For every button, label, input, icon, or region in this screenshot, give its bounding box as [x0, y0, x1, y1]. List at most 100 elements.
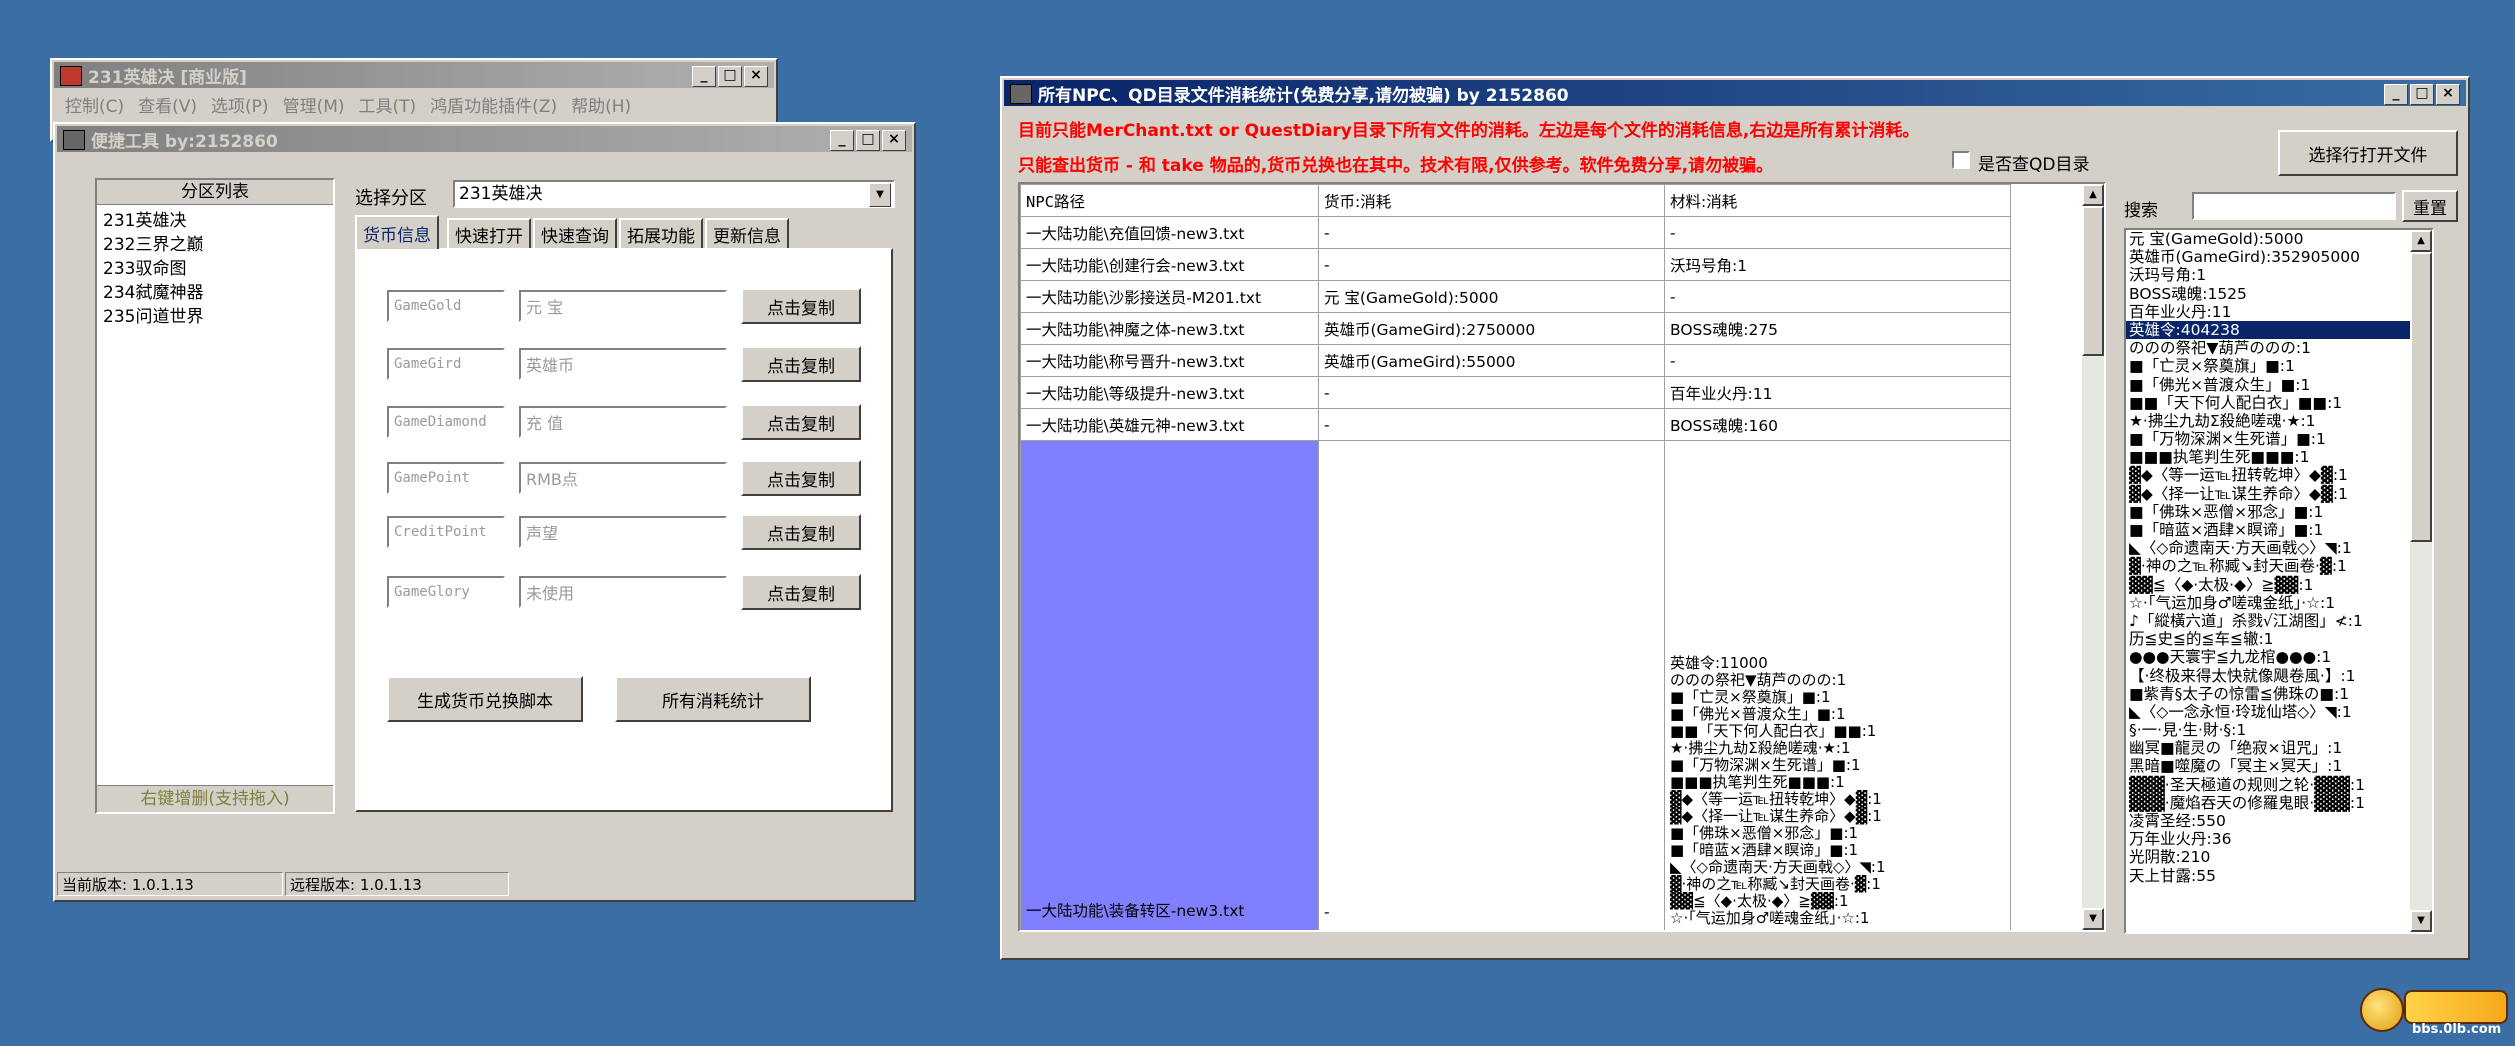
cell-material[interactable]: - — [1664, 344, 2011, 377]
open-file-button[interactable]: 选择行打开文件 — [2278, 130, 2458, 176]
totals-item[interactable]: ◣〈◇一念永恒·玲珑仙塔◇〉◥:1 — [2126, 703, 2432, 721]
table-row[interactable]: 一大陆功能\等级提升-new3.txt - 百年业火丹:11 — [1020, 376, 2011, 409]
totals-item[interactable]: §·一·見·生·財·§:1 — [2126, 721, 2432, 739]
menu-help[interactable]: 帮助(H) — [564, 92, 638, 117]
currency-name-field[interactable]: 充 值 — [519, 406, 727, 438]
cell-path[interactable]: 一大陆功能\充值回馈-new3.txt — [1020, 216, 1319, 249]
cell-path[interactable]: 一大陆功能\装备转区-new3.txt — [1020, 440, 1319, 930]
partition-item[interactable]: 234弑魔神器 — [103, 281, 327, 305]
cell-path[interactable]: 一大陆功能\英雄元神-new3.txt — [1020, 408, 1319, 441]
totals-item[interactable]: ☆·「气运加身♂嗟魂金纸」·☆:1 — [2126, 594, 2432, 612]
copy-button[interactable]: 点击复制 — [741, 288, 861, 324]
totals-item[interactable]: ののの祭祀▼葫芦ののの:1 — [2126, 339, 2432, 357]
scroll-thumb[interactable] — [2082, 206, 2104, 356]
stats-window-titlebar[interactable]: 所有NPC、QD目录文件消耗统计(免费分享,请勿被骗) by 2152860 _… — [1004, 80, 2466, 106]
column-header-currency[interactable]: 货币:消耗 — [1318, 184, 1665, 217]
minimize-button[interactable]: _ — [2384, 84, 2408, 105]
partition-item[interactable]: 232三界之巅 — [103, 233, 327, 257]
totals-item[interactable]: ●●●天寰宇≦九龙棺●●●:1 — [2126, 648, 2432, 666]
partition-item[interactable]: 233驭命图 — [103, 257, 327, 281]
menu-control[interactable]: 控制(C) — [58, 92, 131, 117]
cell-currency[interactable]: - — [1318, 216, 1665, 249]
grid-scrollbar[interactable]: ▲ ▼ — [2082, 184, 2104, 930]
cell-currency[interactable]: 英雄币(GameGird):2750000 — [1318, 312, 1665, 345]
currency-code-field[interactable]: GameGird — [387, 348, 505, 380]
totals-item[interactable]: ■紫青§太子の惊雷≦佛珠の■:1 — [2126, 685, 2432, 703]
partition-header[interactable]: 分区列表 — [97, 180, 333, 205]
tab-quick-open[interactable]: 快速打开 — [447, 218, 531, 248]
cell-material[interactable]: 百年业火丹:11 — [1664, 376, 2011, 409]
qd-checkbox[interactable] — [1952, 151, 1970, 169]
currency-name-field[interactable]: 未使用 — [519, 576, 727, 608]
totals-item[interactable]: ■■「天下何人配白衣」■■:1 — [2126, 394, 2432, 412]
menu-options[interactable]: 选项(P) — [204, 92, 276, 117]
totals-item[interactable]: BOSS魂魄:1525 — [2126, 285, 2432, 303]
totals-item[interactable]: 百年业火丹:11 — [2126, 303, 2432, 321]
copy-button[interactable]: 点击复制 — [741, 514, 861, 550]
currency-code-field[interactable]: GameDiamond — [387, 406, 505, 438]
cell-material[interactable]: BOSS魂魄:160 — [1664, 408, 2011, 441]
currency-code-field[interactable]: GameGlory — [387, 576, 505, 608]
totals-item[interactable]: ■「暗蓝×酒肆×瞑谛」■:1 — [2126, 521, 2432, 539]
totals-item[interactable]: 光阴散:210 — [2126, 848, 2432, 866]
totals-item[interactable]: 万年业火丹:36 — [2126, 830, 2432, 848]
partition-list[interactable]: 分区列表 231英雄决 232三界之巅 233驭命图 234弑魔神器 235问道… — [95, 178, 335, 814]
totals-item[interactable]: ■「万物深渊×生死谱」■:1 — [2126, 430, 2432, 448]
cell-material-multiline[interactable]: 英雄令:11000 ののの祭祀▼葫芦ののの:1 ■「亡灵×祭奠旗」■:1 ■「佛… — [1664, 440, 2011, 930]
generate-script-button[interactable]: 生成货币兑换脚本 — [387, 676, 583, 722]
totals-item[interactable]: 英雄币(GameGird):352905000 — [2126, 248, 2432, 266]
minimize-button[interactable]: _ — [830, 130, 854, 151]
menu-view[interactable]: 查看(V) — [131, 92, 204, 117]
totals-item-selected[interactable]: 英雄令:404238 — [2126, 320, 2432, 340]
search-input[interactable] — [2192, 192, 2396, 220]
partition-item[interactable]: 231英雄决 — [103, 209, 327, 233]
currency-name-field[interactable]: RMB点 — [519, 462, 727, 494]
cell-material[interactable]: - — [1664, 280, 2011, 313]
cell-currency[interactable]: - — [1318, 376, 1665, 409]
currency-name-field[interactable]: 元 宝 — [519, 290, 727, 322]
partition-item[interactable]: 235问道世界 — [103, 305, 327, 329]
cell-currency[interactable]: - — [1318, 440, 1665, 930]
scroll-up-icon[interactable]: ▲ — [2082, 184, 2104, 206]
table-row[interactable]: 一大陆功能\英雄元神-new3.txt - BOSS魂魄:160 — [1020, 408, 2011, 441]
menu-tools[interactable]: 工具(T) — [352, 92, 424, 117]
cell-material[interactable]: - — [1664, 216, 2011, 249]
copy-button[interactable]: 点击复制 — [741, 346, 861, 382]
tab-quick-query[interactable]: 快速查询 — [533, 218, 617, 248]
totals-list[interactable]: 元 宝(GameGold):5000 英雄币(GameGird):3529050… — [2124, 228, 2434, 934]
totals-item[interactable]: 幽冥■龍灵の「绝寂×诅咒」:1 — [2126, 739, 2432, 757]
tab-currency-info[interactable]: 货币信息 — [355, 215, 439, 249]
menu-plugins[interactable]: 鸿盾功能插件(Z) — [423, 92, 564, 117]
totals-item[interactable]: ■「佛珠×恶僧×邪念」■:1 — [2126, 503, 2432, 521]
currency-code-field[interactable]: GameGold — [387, 290, 505, 322]
maximize-button[interactable]: □ — [2410, 84, 2434, 105]
scroll-down-icon[interactable]: ▼ — [2410, 910, 2432, 932]
partition-select[interactable]: 231英雄决 ▼ — [453, 180, 895, 208]
currency-code-field[interactable]: GamePoint — [387, 462, 505, 494]
totals-item[interactable]: ▓·神の之℡称臧↘封天画卷·▓:1 — [2126, 557, 2432, 575]
totals-item[interactable]: 凌霄圣经:550 — [2126, 812, 2432, 830]
menu-manage[interactable]: 管理(M) — [276, 92, 352, 117]
totals-item[interactable]: ◣〈◇命遗南天·方天画戟◇〉◥:1 — [2126, 539, 2432, 557]
totals-item[interactable]: ▓◆〈等一运℡扭转乾坤〉◆▓:1 — [2126, 466, 2432, 484]
main-window-titlebar[interactable]: 231英雄决 [商业版] _ □ × — [54, 62, 774, 88]
cell-material[interactable]: 沃玛号角:1 — [1664, 248, 2011, 281]
cell-currency[interactable]: 元 宝(GameGold):5000 — [1318, 280, 1665, 313]
all-stats-button[interactable]: 所有消耗统计 — [615, 676, 811, 722]
totals-item[interactable]: 天上甘露:55 — [2126, 867, 2432, 885]
column-header-material[interactable]: 材料:消耗 — [1664, 184, 2011, 217]
cell-path[interactable]: 一大陆功能\称号晋升-new3.txt — [1020, 344, 1319, 377]
totals-item[interactable]: ♪「縱橫六道」杀戮√江湖图」≮:1 — [2126, 612, 2432, 630]
currency-name-field[interactable]: 声望 — [519, 516, 727, 548]
scroll-up-icon[interactable]: ▲ — [2410, 230, 2432, 252]
totals-item[interactable]: 沃玛号角:1 — [2126, 266, 2432, 284]
table-row[interactable]: 一大陆功能\充值回馈-new3.txt - - — [1020, 216, 2011, 249]
close-button[interactable]: × — [744, 66, 768, 87]
copy-button[interactable]: 点击复制 — [741, 574, 861, 610]
cell-path[interactable]: 一大陆功能\神魔之体-new3.txt — [1020, 312, 1319, 345]
tab-update-info[interactable]: 更新信息 — [705, 218, 789, 248]
cell-path[interactable]: 一大陆功能\创建行会-new3.txt — [1020, 248, 1319, 281]
close-button[interactable]: × — [882, 130, 906, 151]
cell-currency[interactable]: - — [1318, 248, 1665, 281]
currency-name-field[interactable]: 英雄币 — [519, 348, 727, 380]
